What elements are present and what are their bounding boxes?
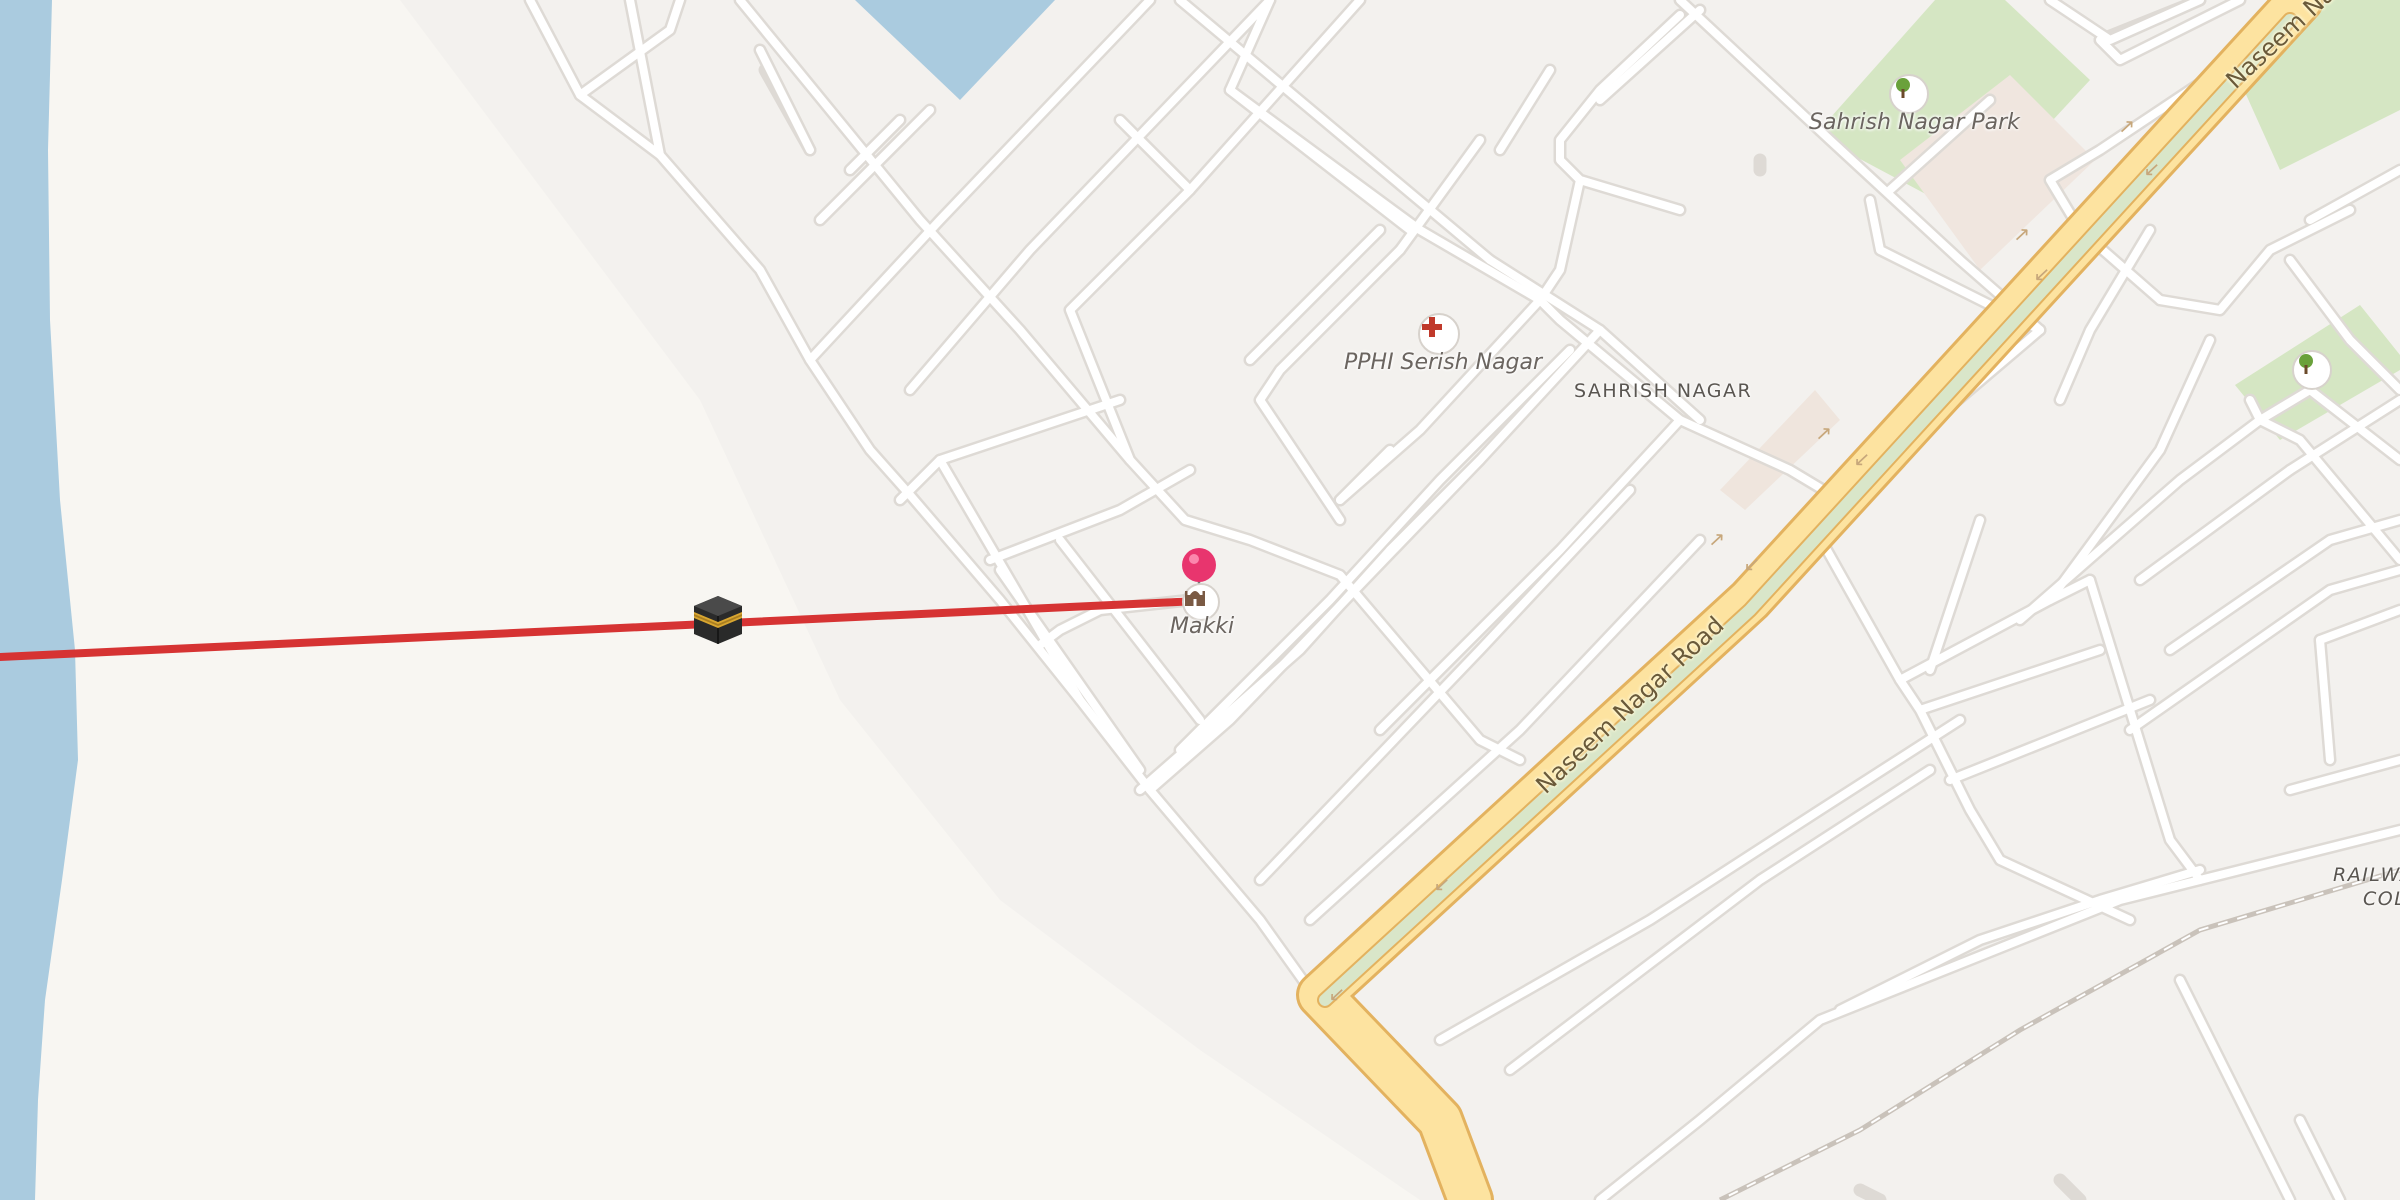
railway-colony-label-line2: COL	[2363, 888, 2400, 910]
kaaba-icon[interactable]	[690, 592, 746, 648]
mosque-label[interactable]: Makki	[1170, 614, 1234, 639]
svg-text:→: →	[1702, 525, 1731, 554]
tree-icon[interactable]	[1889, 74, 1929, 114]
park-label[interactable]: Sahrish Nagar Park	[1809, 110, 2020, 135]
medical-cross-icon[interactable]	[1418, 313, 1460, 355]
clinic-label[interactable]: PPHI Serish Nagar	[1344, 350, 1542, 375]
tree-icon[interactable]	[2292, 350, 2332, 390]
pond-water	[855, 0, 1055, 100]
railway-colony-label-line1: RAILWA	[2333, 864, 2400, 886]
district-label: SAHRISH NAGAR	[1574, 380, 1753, 402]
map-canvas[interactable]: → → → → ← ← ← ← ← ← Makki PPHI Serish Na…	[0, 0, 2400, 1200]
